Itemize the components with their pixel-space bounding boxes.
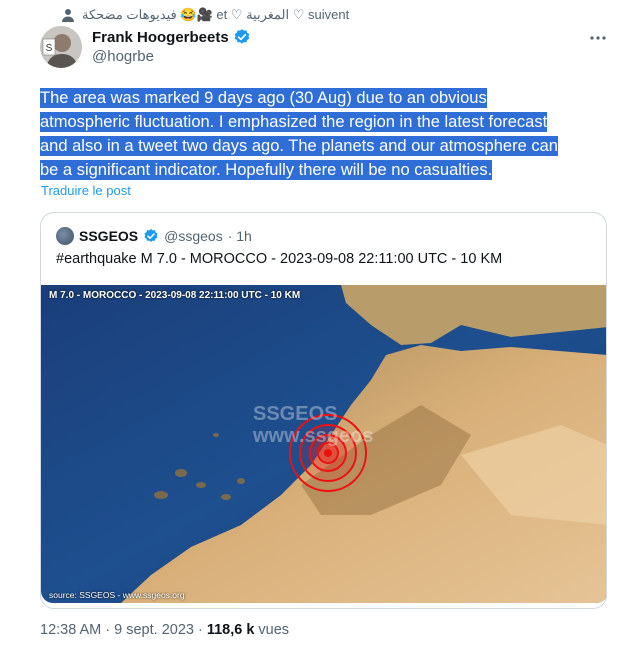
watermark-line: SSGEOS — [253, 403, 338, 425]
views-count: 118,6 k — [206, 622, 255, 638]
avatar[interactable]: S — [40, 26, 82, 68]
more-options-button[interactable] — [588, 28, 608, 48]
post-meta: 12:38 AM · 9 sept. 2023 · 118,6 k vues — [40, 622, 289, 638]
map-title: M 7.0 - MOROCCO - 2023-09-08 22:11:00 UT… — [49, 290, 301, 301]
quote-author-handle[interactable]: @ssgeos — [164, 228, 223, 244]
verified-badge-icon — [234, 29, 249, 44]
author-handle[interactable]: @hogrbe — [92, 48, 251, 65]
quote-text: #earthquake M 7.0 - MOROCCO - 2023-09-08… — [56, 251, 503, 267]
author-block: Frank Hoogerbeets @hogrbe — [92, 28, 251, 65]
quote-header: SSGEOS @ssgeos · 1h — [56, 227, 252, 245]
more-dots-icon — [590, 36, 606, 40]
social-context-text: فيديوهات مضحكة 😂🎥 et ♡ المغربية ♡ suiven… — [82, 7, 350, 22]
author-name[interactable]: Frank Hoogerbeets — [92, 29, 229, 46]
tweet-line: atmospheric fluctuation. I emphasized th… — [40, 112, 548, 132]
map-watermark: SSGEOS www.ssgeos — [253, 403, 373, 447]
avatar-text: S — [46, 43, 53, 54]
verified-badge-icon — [144, 229, 158, 242]
avatar-photo: S — [40, 26, 82, 68]
tweet-line: and also in a tweet two days ago. The pl… — [40, 136, 558, 156]
earthquake-map-image[interactable]: M 7.0 - MOROCCO - 2023-09-08 22:11:00 UT… — [41, 285, 606, 603]
tweet-text: The area was marked 9 days ago (30 Aug) … — [40, 86, 600, 182]
post-timestamp[interactable]: 12:38 AM · 9 sept. 2023 · — [40, 622, 203, 638]
translate-post-link[interactable]: Traduire le post — [41, 183, 131, 198]
tweet-line: be a significant indicator. Hopefully th… — [40, 160, 493, 180]
quote-avatar[interactable] — [56, 227, 74, 245]
person-icon — [62, 9, 74, 22]
watermark-line: www.ssgeos — [253, 425, 374, 447]
author-name-row: Frank Hoogerbeets — [92, 28, 251, 46]
quote-time[interactable]: · 1h — [228, 228, 252, 244]
quoted-post[interactable]: SSGEOS @ssgeos · 1h #earthquake M 7.0 - … — [40, 212, 607, 609]
tweet-line: The area was marked 9 days ago (30 Aug) … — [40, 88, 487, 108]
map-source: source: SSGEOS - www.ssgeos.org — [49, 590, 185, 600]
views-label: vues — [258, 622, 290, 638]
social-context[interactable]: فيديوهات مضحكة 😂🎥 et ♡ المغربية ♡ suiven… — [60, 5, 349, 25]
quote-author-name[interactable]: SSGEOS — [79, 228, 138, 244]
